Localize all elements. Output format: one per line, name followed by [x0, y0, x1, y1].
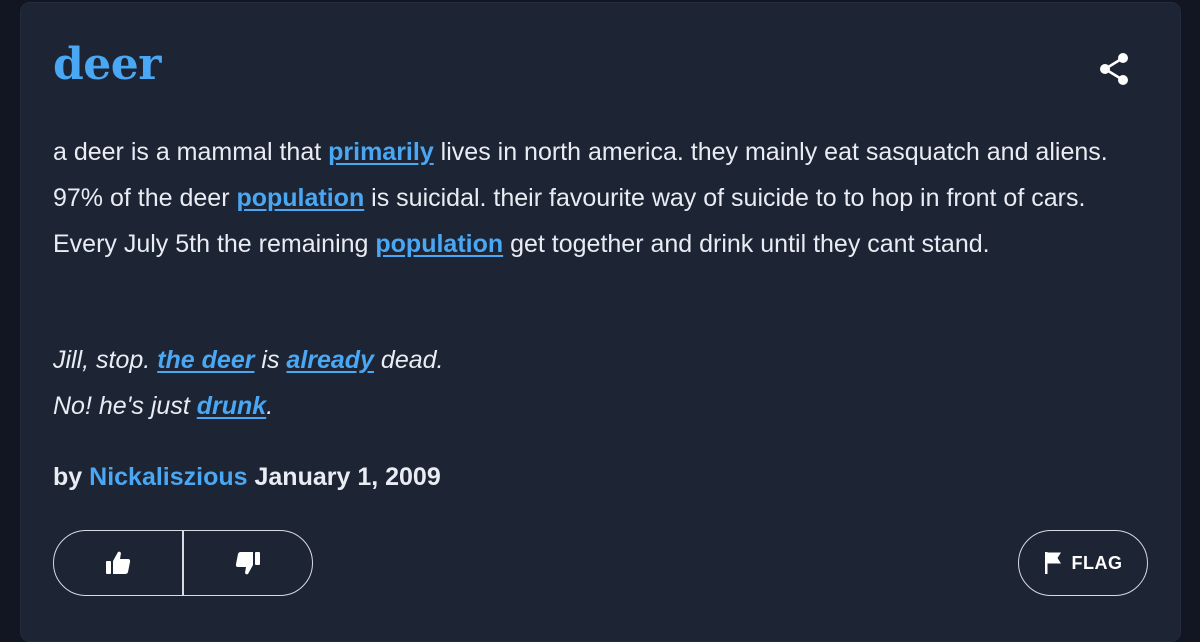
flag-label: FLAG: [1071, 552, 1123, 573]
vote-buttons: [53, 530, 313, 596]
definition-example: Jill, stop. the deer is already dead. No…: [53, 337, 1138, 429]
author-link[interactable]: Nickaliszious: [89, 463, 247, 491]
text-segment: dead.: [373, 346, 444, 374]
example-line: No! he's just drunk.: [53, 383, 1138, 429]
text-segment: .: [266, 392, 274, 420]
contributor-date: January 1, 2009: [254, 463, 441, 491]
share-button[interactable]: [1097, 51, 1133, 87]
text-segment: Jill, stop.: [53, 346, 158, 374]
contributor-by-label: by: [53, 463, 83, 491]
share-icon: [1100, 53, 1128, 85]
text-segment: No! he's just: [53, 392, 197, 420]
definition-word[interactable]: deer: [53, 35, 161, 95]
autolink[interactable]: population: [236, 184, 364, 212]
upvote-button[interactable]: [54, 531, 182, 595]
text-segment: is: [254, 346, 287, 374]
example-line: Jill, stop. the deer is already dead.: [53, 337, 1138, 383]
autolink[interactable]: the deer: [157, 346, 254, 374]
flag-button[interactable]: FLAG: [1018, 530, 1148, 596]
autolink[interactable]: population: [375, 230, 503, 258]
autolink[interactable]: already: [286, 346, 374, 374]
autolink[interactable]: drunk: [197, 392, 266, 420]
thumbs-up-icon: [106, 551, 131, 574]
definition-meaning: a deer is a mammal that primarily lives …: [53, 129, 1138, 267]
thumbs-down-icon: [235, 552, 260, 575]
definition-card: deer a deer is a mammal that primarily l…: [20, 2, 1181, 642]
autolink[interactable]: primarily: [328, 138, 434, 166]
flag-icon: [1044, 552, 1061, 574]
text-segment: get together and drink until they cant s…: [503, 230, 990, 258]
contributor: by Nickaliszious January 1, 2009: [53, 457, 441, 497]
text-segment: a deer is a mammal that: [53, 138, 329, 166]
downvote-button[interactable]: [184, 531, 312, 595]
